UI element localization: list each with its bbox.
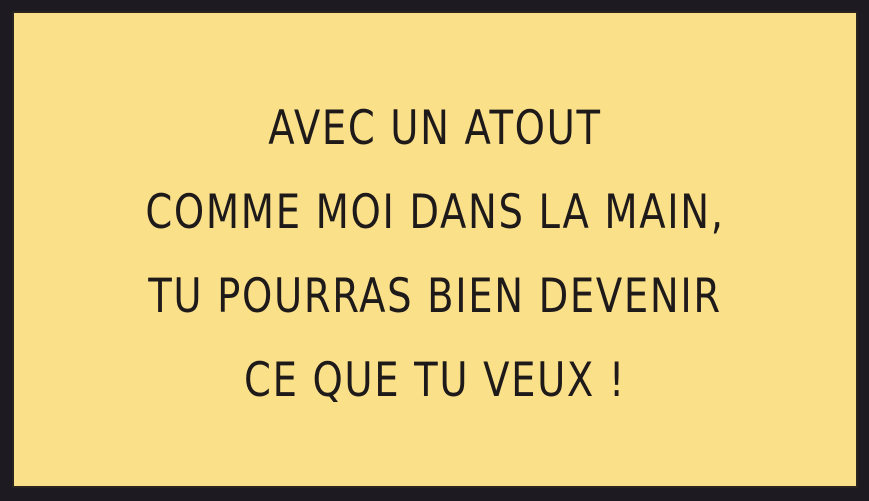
caption-line-1: AVEC UN ATOUT (268, 100, 602, 156)
caption-text: AVEC UN ATOUT COMME MOI DANS LA MAIN, TU… (115, 87, 755, 423)
caption-line-2: COMME MOI DANS LA MAIN, (145, 184, 725, 240)
caption-box: AVEC UN ATOUT COMME MOI DANS LA MAIN, TU… (12, 11, 858, 488)
caption-line-4: CE QUE TU VEUX ! (244, 352, 626, 408)
comic-panel-frame: AVEC UN ATOUT COMME MOI DANS LA MAIN, TU… (0, 0, 869, 501)
caption-line-3: TU POURRAS BIEN DEVENIR (148, 268, 722, 324)
